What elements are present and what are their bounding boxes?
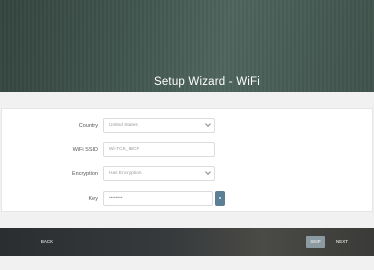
encryption-value: Has Encryption (109, 171, 142, 176)
header-banner: Setup Wizard - WiFi (0, 0, 374, 92)
skip-button[interactable]: SKIP (306, 236, 325, 248)
key-row: Key •••••••• (2, 191, 374, 207)
chevron-down-icon (205, 169, 211, 175)
key-label: Key (88, 196, 98, 202)
encryption-label: Encryption (72, 171, 98, 177)
ssid-label: WiFi SSID (72, 147, 98, 153)
show-key-button[interactable] (215, 191, 225, 206)
country-row: Country United States (2, 118, 374, 134)
eye-icon (219, 197, 221, 199)
key-input[interactable]: •••••••• (103, 191, 213, 206)
chevron-down-icon (205, 121, 211, 127)
page-title: Setup Wizard - WiFi (153, 76, 261, 88)
country-label: Country (78, 123, 98, 129)
country-value: United States (109, 123, 138, 128)
ssid-value: Wi-TCK_IBCF (109, 147, 140, 152)
back-button[interactable]: BACK (36, 236, 58, 248)
country-select[interactable]: United States (103, 118, 215, 133)
wizard-footer: BACK SKIP NEXT (0, 228, 374, 256)
next-button[interactable]: NEXT (332, 236, 352, 248)
ssid-input[interactable]: Wi-TCK_IBCF (103, 142, 215, 157)
key-value: •••••••• (109, 196, 123, 201)
encryption-select[interactable]: Has Encryption (103, 166, 215, 181)
wifi-form-card: Country United States WiFi SSID Wi-TCK_I… (1, 108, 373, 212)
encryption-row: Encryption Has Encryption (2, 166, 374, 182)
ssid-row: WiFi SSID Wi-TCK_IBCF (2, 142, 374, 158)
